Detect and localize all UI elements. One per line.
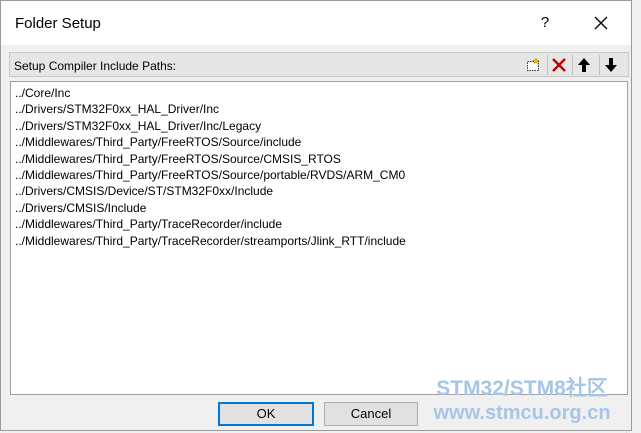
close-button[interactable] [587,9,615,37]
new-folder-icon [527,57,540,71]
list-item[interactable]: ../Middlewares/Third_Party/TraceRecorder… [15,216,627,232]
delete-path-button[interactable] [547,55,570,75]
watermark: STM32/STM8社区 www.stmcu.org.cn [411,377,633,425]
ok-button[interactable]: OK [218,402,314,426]
watermark-line-2: www.stmcu.org.cn [433,402,611,424]
include-paths-toolbar: Setup Compiler Include Paths: [9,52,629,77]
help-button[interactable]: ? [533,11,557,35]
arrow-up-icon [578,58,590,72]
title-bar: Folder Setup ? [1,1,631,45]
close-icon [594,16,608,30]
list-item[interactable]: ../Middlewares/Third_Party/FreeRTOS/Sour… [15,167,627,183]
list-item[interactable]: ../Core/Inc [15,85,627,101]
delete-icon [552,58,566,72]
arrow-down-icon [605,58,617,72]
list-item[interactable]: ../Middlewares/Third_Party/FreeRTOS/Sour… [15,151,627,167]
list-item[interactable]: ../Middlewares/Third_Party/FreeRTOS/Sour… [15,134,627,150]
move-up-button[interactable] [572,55,595,75]
include-paths-list[interactable]: ../Core/Inc ../Drivers/STM32F0xx_HAL_Dri… [10,81,628,395]
folder-setup-dialog: Folder Setup ? Setup Compiler Include Pa… [0,0,632,431]
move-down-button[interactable] [599,55,622,75]
section-label: Setup Compiler Include Paths: [14,59,177,73]
list-item[interactable]: ../Drivers/STM32F0xx_HAL_Driver/Inc [15,101,627,117]
list-item[interactable]: ../Drivers/CMSIS/Device/ST/STM32F0xx/Inc… [15,183,627,199]
dialog-title: Folder Setup [15,15,101,32]
cancel-button[interactable]: Cancel [324,402,418,426]
list-item[interactable]: ../Drivers/CMSIS/Include [15,200,627,216]
watermark-line-1: STM32/STM8社区 [436,377,608,400]
list-item[interactable]: ../Drivers/STM32F0xx_HAL_Driver/Inc/Lega… [15,118,627,134]
list-item[interactable]: ../Middlewares/Third_Party/TraceRecorder… [15,233,627,249]
new-path-button[interactable] [522,55,544,75]
